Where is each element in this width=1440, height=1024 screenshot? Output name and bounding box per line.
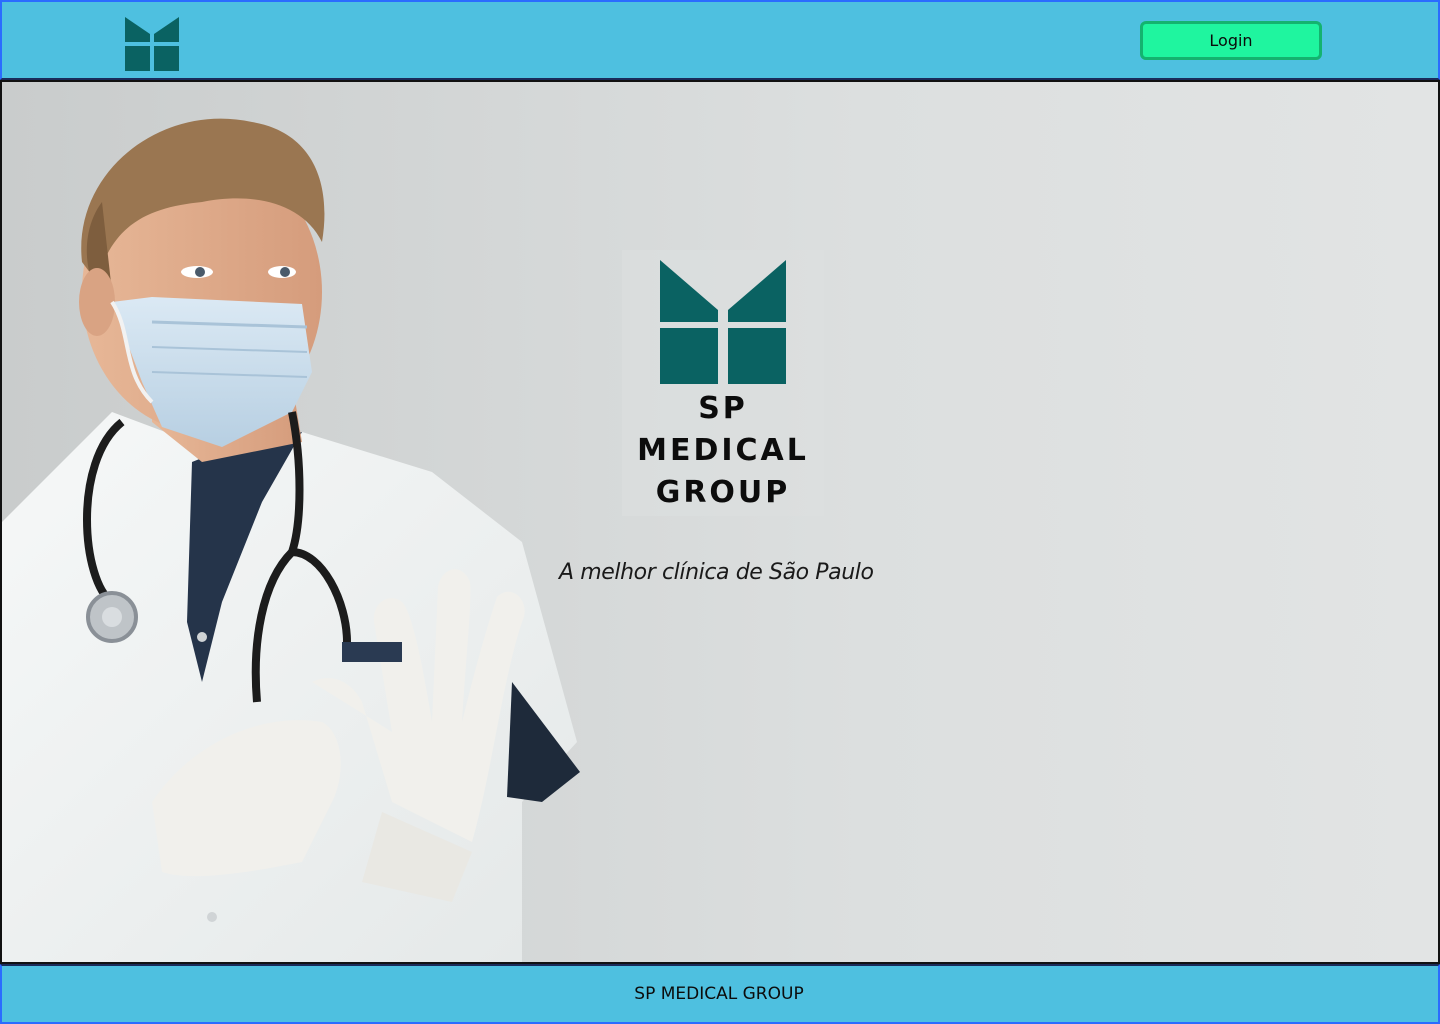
- top-navbar: Login: [0, 0, 1440, 80]
- login-button[interactable]: Login: [1140, 21, 1322, 60]
- doctor-photo: [2, 118, 580, 962]
- landing-page: Login SP MEDICAL GROUP A melhor clínica …: [0, 0, 1440, 1024]
- hero-section: SP MEDICAL GROUP A melhor clínica de São…: [0, 80, 1440, 964]
- brand-logo-line-1: SP: [698, 391, 748, 426]
- brand-logo: SP MEDICAL GROUP: [622, 250, 824, 516]
- sp-medical-logo-icon: [660, 260, 786, 384]
- hero-tagline: A melhor clínica de São Paulo: [559, 560, 874, 585]
- footer: SP MEDICAL GROUP: [0, 964, 1440, 1024]
- sp-medical-logo-icon[interactable]: [124, 16, 180, 72]
- brand-logo-line-3: GROUP: [655, 475, 791, 510]
- footer-brand-text: SP MEDICAL GROUP: [634, 984, 804, 1004]
- brand-logo-line-2: MEDICAL: [637, 433, 809, 468]
